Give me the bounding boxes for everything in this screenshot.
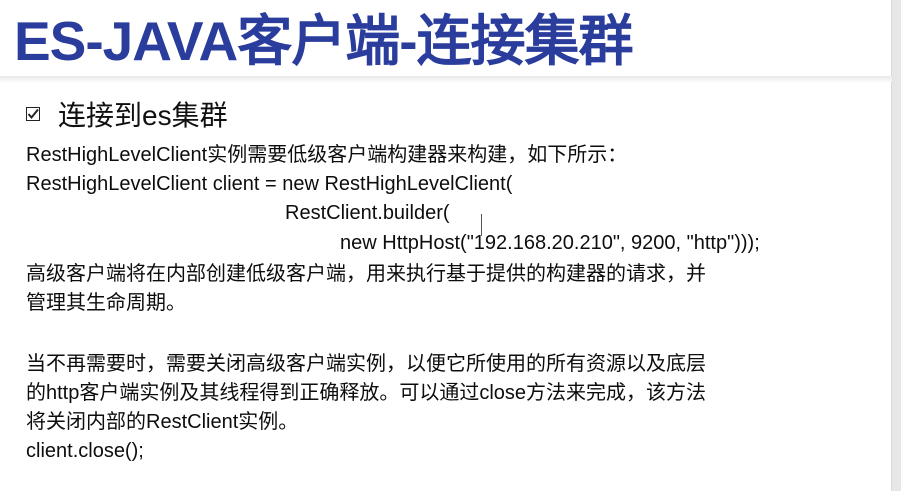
slide-title: ES-JAVA客户端-连接集群 bbox=[14, 10, 634, 72]
checkbox-checked-icon bbox=[26, 107, 40, 121]
bullet-label: 连接到es集群 bbox=[58, 100, 228, 131]
bullet-item: 连接到es集群 bbox=[26, 94, 228, 134]
body-line-3: 管理其生命周期。 bbox=[26, 292, 186, 314]
body-line-6: 将关闭内部的RestClient实例。 bbox=[26, 411, 299, 433]
body-line-2: 高级客户端将在内部创建低级客户端，用来执行基于提供的构建器的请求，并 bbox=[26, 263, 706, 285]
code-line-3: new HttpHost("192.168.20.210", 9200, "ht… bbox=[340, 232, 760, 254]
body-line-4: 当不再需要时，需要关闭高级客户端实例，以便它所使用的所有资源以及底层 bbox=[26, 353, 706, 375]
scrollbar[interactable] bbox=[891, 0, 901, 491]
body-line-5: 的http客户端实例及其线程得到正确释放。可以通过close方法来完成，该方法 bbox=[26, 382, 707, 404]
code-line-1: RestHighLevelClient client = new RestHig… bbox=[26, 173, 513, 195]
body-line-1: RestHighLevelClient实例需要低级客户端构建器来构建，如下所示： bbox=[26, 144, 628, 166]
code-line-4: client.close(); bbox=[26, 440, 144, 462]
title-divider bbox=[0, 76, 892, 82]
slide: ES-JAVA客户端-连接集群 连接到es集群 RestHighLevelCli… bbox=[0, 0, 901, 491]
code-line-2: RestClient.builder( bbox=[285, 202, 450, 224]
